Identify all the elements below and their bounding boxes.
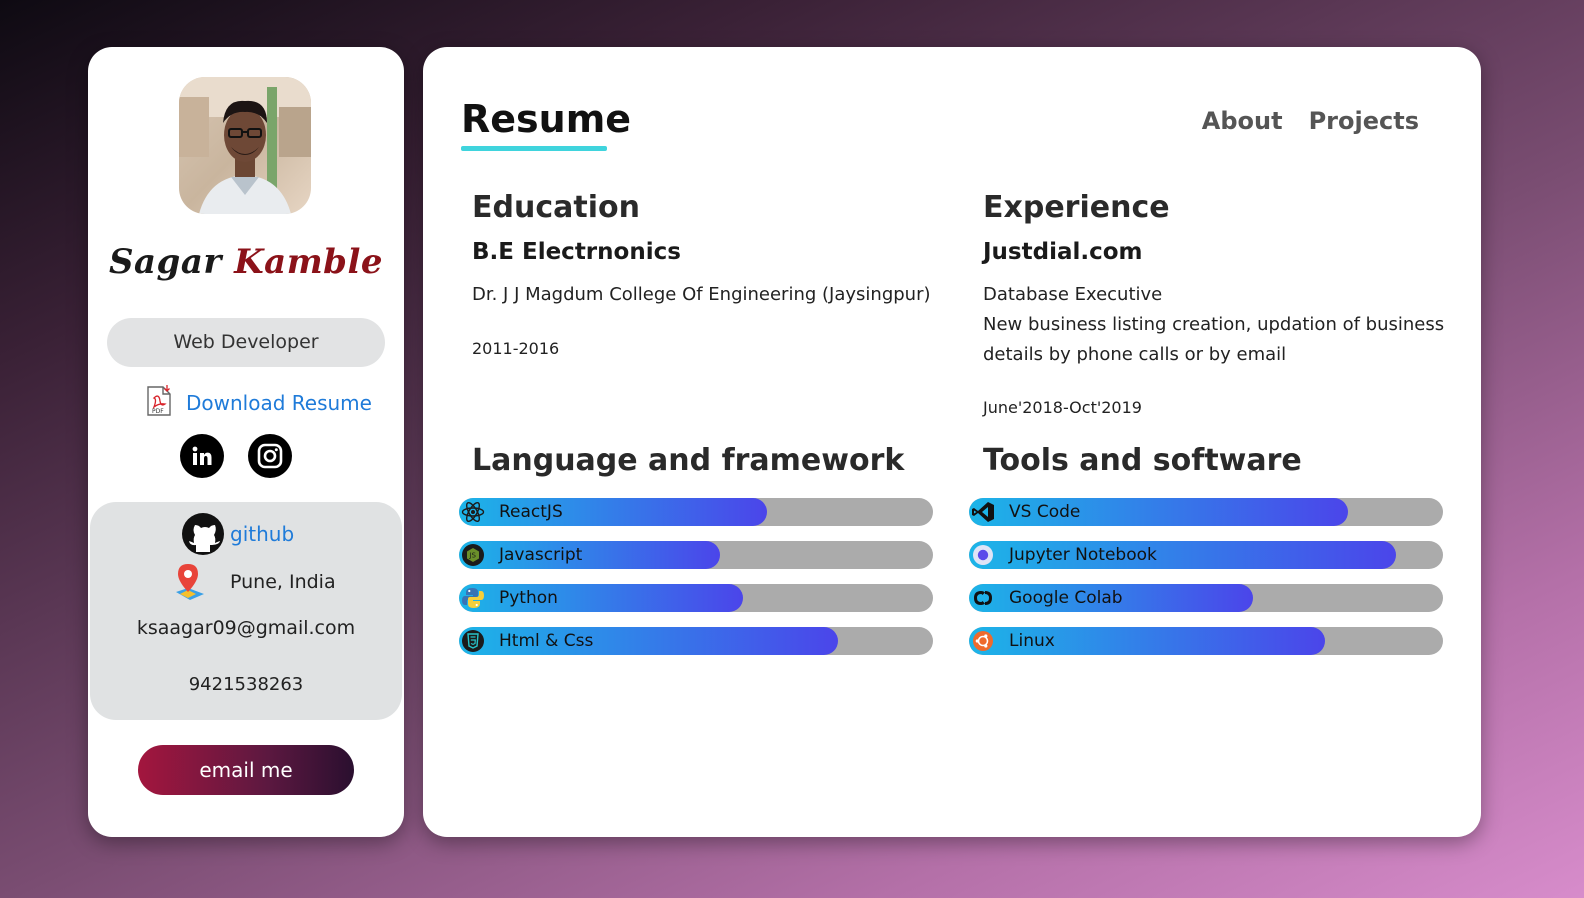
instagram-button[interactable] — [248, 434, 292, 478]
education-college: Dr. J J Magdum College Of Engineering (J… — [472, 284, 931, 305]
location-text: Pune, India — [230, 571, 336, 593]
html-icon — [461, 629, 485, 653]
skill-label: ReactJS — [499, 502, 563, 522]
avatar — [179, 77, 311, 214]
role-badge: Web Developer — [107, 318, 385, 367]
email-address: ksaagar09@gmail.com — [136, 617, 356, 639]
profile-name: Sagar Kamble — [88, 242, 404, 282]
skill-label: Jupyter Notebook — [1009, 545, 1157, 565]
skill-bar: Python — [459, 584, 933, 612]
contact-card: github Pune, India ksaagar09@gmail.com 9… — [90, 502, 402, 720]
skill-label: Javascript — [499, 545, 583, 565]
vscode-icon — [971, 500, 995, 524]
skill-bar: Google Colab — [969, 584, 1443, 612]
instagram-icon — [257, 443, 283, 469]
location-row: Pune, India — [174, 562, 336, 602]
download-resume-label: Download Resume — [186, 391, 372, 415]
python-icon — [461, 586, 485, 610]
skill-label: VS Code — [1009, 502, 1081, 522]
phone-number: 9421538263 — [188, 674, 304, 695]
skill-bar: Html & Css — [459, 627, 933, 655]
linux-icon — [971, 629, 995, 653]
experience-period: June'2018-Oct'2019 — [983, 398, 1142, 417]
tools-skill-list: VS Code Jupyter Notebook Google Colab Li… — [969, 498, 1443, 670]
resume-panel: Resume About Projects Education B.E Elec… — [423, 47, 1481, 837]
github-icon — [182, 513, 224, 555]
education-degree: B.E Electrnonics — [472, 239, 681, 265]
pdf-badge-text: PDF — [152, 408, 164, 415]
svg-text:JS: JS — [468, 552, 476, 560]
skill-label: Linux — [1009, 631, 1055, 651]
education-heading: Education — [472, 190, 640, 225]
education-years: 2011-2016 — [472, 339, 560, 358]
skill-bar: Jupyter Notebook — [969, 541, 1443, 569]
nav-link-about[interactable]: About — [1202, 107, 1283, 135]
first-name: Sagar — [108, 242, 222, 282]
social-links — [180, 434, 292, 478]
linkedin-button[interactable] — [180, 434, 224, 478]
nav-link-projects[interactable]: Projects — [1309, 107, 1419, 135]
experience-description: New business listing creation, updation … — [983, 314, 1445, 365]
languages-heading: Language and framework — [472, 443, 905, 478]
pdf-icon: PDF — [146, 385, 172, 421]
experience-position: Database Executive — [983, 284, 1163, 305]
linkedin-icon — [192, 446, 212, 465]
skill-bar: VS Code — [969, 498, 1443, 526]
top-nav: About Projects — [1202, 107, 1419, 135]
react-icon — [461, 500, 485, 524]
skill-label: Html & Css — [499, 631, 594, 651]
skill-label: Python — [499, 588, 558, 608]
email-me-button[interactable]: email me — [138, 745, 354, 795]
languages-skill-list: ReactJS JS Javascript Python Html & Css — [459, 498, 933, 670]
download-resume-link[interactable]: PDF Download Resume — [146, 385, 372, 421]
page-title: Resume — [461, 97, 632, 141]
colab-icon — [971, 586, 995, 610]
github-link[interactable]: github — [181, 512, 294, 556]
skill-label: Google Colab — [1009, 588, 1123, 608]
skill-bar: ReactJS — [459, 498, 933, 526]
github-label: github — [230, 522, 295, 546]
last-name: Kamble — [234, 242, 384, 282]
jupyter-icon — [971, 543, 995, 567]
experience-heading: Experience — [983, 190, 1170, 225]
title-underline — [461, 146, 607, 151]
location-pin-icon — [176, 564, 204, 600]
javascript-icon: JS — [461, 543, 485, 567]
profile-sidebar: Sagar Kamble Web Developer PDF Download … — [88, 47, 404, 837]
tools-heading: Tools and software — [983, 443, 1302, 478]
experience-company: Justdial.com — [983, 239, 1143, 265]
skill-bar: JS Javascript — [459, 541, 933, 569]
skill-bar: Linux — [969, 627, 1443, 655]
